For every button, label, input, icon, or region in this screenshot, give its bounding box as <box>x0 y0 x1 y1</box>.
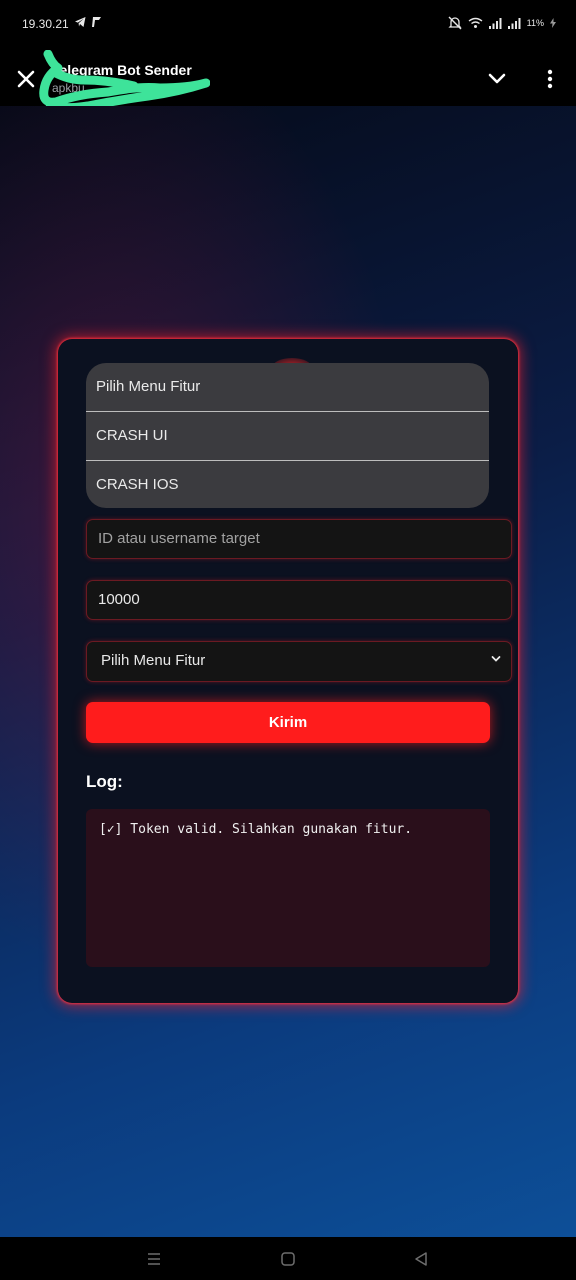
send-button[interactable]: Kirim <box>86 702 490 743</box>
signal-icon-2 <box>507 17 521 29</box>
status-bar: 19.30.21 11% <box>0 0 576 50</box>
more-options-icon[interactable] <box>538 67 562 91</box>
dropdown-option-crash-ui[interactable]: CRASH UI <box>86 412 489 461</box>
status-system-icons: 11% <box>448 16 556 30</box>
flag-app-icon <box>92 17 101 27</box>
dropdown-option-placeholder[interactable]: Pilih Menu Fitur <box>86 363 489 412</box>
log-output: [✓] Token valid. Silahkan gunakan fitur. <box>86 809 490 967</box>
close-icon[interactable] <box>14 67 38 91</box>
log-title: Log: <box>86 772 123 791</box>
select-chevron-icon <box>491 656 501 662</box>
amount-input[interactable]: 10000 <box>86 580 512 620</box>
log-line: [✓] Token valid. Silahkan gunakan fitur. <box>99 822 413 837</box>
home-icon[interactable] <box>278 1249 298 1269</box>
status-notification-icons <box>75 17 101 27</box>
chevron-down-icon[interactable] <box>485 67 509 91</box>
feature-select-value: Pilih Menu Fitur <box>101 652 206 669</box>
system-nav-bar <box>0 1237 576 1280</box>
back-icon[interactable] <box>411 1249 431 1269</box>
app-bar: Telegram Bot Sender apkbu <box>0 50 576 112</box>
recent-apps-icon[interactable] <box>144 1249 164 1269</box>
redaction-scribble <box>39 50 210 112</box>
telegram-icon <box>75 17 86 27</box>
charging-icon <box>550 18 556 28</box>
bell-muted-icon <box>448 16 462 30</box>
feature-select[interactable]: Pilih Menu Fitur <box>86 641 512 682</box>
battery-level: 11% <box>526 18 544 28</box>
dropdown-option-crash-ios[interactable]: CRASH IOS <box>86 461 489 508</box>
web-content: Pilih Menu Fitur CRASH UI CRASH IOS ID a… <box>0 106 576 1237</box>
target-input[interactable]: ID atau username target <box>86 519 512 559</box>
status-time: 19.30.21 <box>22 17 69 31</box>
feature-dropdown-list: Pilih Menu Fitur CRASH UI CRASH IOS <box>86 363 489 508</box>
signal-icon-1 <box>488 17 502 29</box>
wifi-icon <box>468 17 483 28</box>
